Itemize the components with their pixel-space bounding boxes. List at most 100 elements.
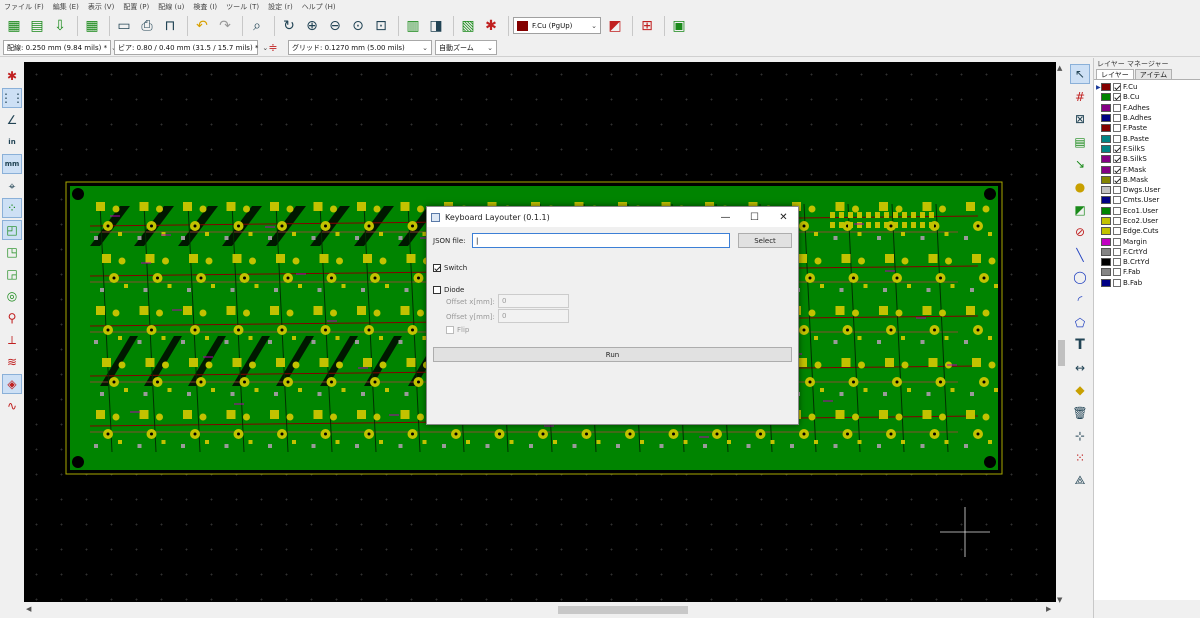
layer-row[interactable]: B.SilkS <box>1094 154 1200 164</box>
layer-row[interactable]: Cmts.User <box>1094 195 1200 205</box>
layer-visibility-checkbox[interactable] <box>1113 103 1121 112</box>
layer-color-swatch[interactable] <box>1101 268 1111 277</box>
layer-visibility-checkbox[interactable] <box>1113 124 1121 133</box>
grid-origin-icon[interactable]: ⁙ <box>1070 448 1090 468</box>
layer-visibility-checkbox[interactable] <box>1113 196 1121 205</box>
flip-checkbox[interactable] <box>446 326 454 334</box>
layer-visibility-checkbox[interactable] <box>1113 268 1121 277</box>
update-pcb-icon[interactable]: ▧ <box>458 16 478 36</box>
layers-manager-icon[interactable]: ◈ <box>2 374 22 394</box>
add-footprint-icon[interactable]: ▤ <box>1070 132 1090 152</box>
drill-origin-icon[interactable]: ⊹ <box>1070 426 1090 446</box>
add-zone-icon[interactable]: ◩ <box>1070 200 1090 220</box>
layer-color-swatch[interactable] <box>1101 93 1111 102</box>
layer-visibility-checkbox[interactable] <box>1113 165 1121 174</box>
layer-row[interactable]: B.Mask <box>1094 175 1200 185</box>
layer-row[interactable]: F.CrtYd <box>1094 247 1200 257</box>
tab-layers[interactable]: レイヤー <box>1096 69 1134 79</box>
vertical-scroll-thumb[interactable] <box>1058 340 1065 366</box>
layer-visibility-checkbox[interactable] <box>1113 186 1121 195</box>
find-icon[interactable]: ⌕ <box>247 16 267 36</box>
layer-visibility-checkbox[interactable] <box>1113 206 1121 215</box>
keepout-zone-icon[interactable]: ⊘ <box>1070 222 1090 242</box>
microwave-tools-icon[interactable]: ∿ <box>2 396 22 416</box>
json-file-input[interactable]: | <box>472 233 730 248</box>
flip-label[interactable]: Flip <box>457 326 469 334</box>
via-size-select[interactable]: ビア: 0.80 / 0.40 mm (31.5 / 15.7 mils) * ⌄ <box>114 40 268 55</box>
track-via-autosize-icon[interactable]: ≑ <box>261 40 285 55</box>
layer-visibility-checkbox[interactable] <box>1113 175 1121 184</box>
layer-color-swatch[interactable] <box>1101 227 1111 236</box>
menu-inspect[interactable]: 検査 (I) <box>193 2 217 12</box>
horizontal-scrollbar[interactable]: ◀ ▶ <box>24 602 1056 618</box>
zoom-out-icon[interactable]: ⊖ <box>325 16 345 36</box>
layer-row[interactable]: Eco1.User <box>1094 206 1200 216</box>
layer-color-swatch[interactable] <box>1101 247 1111 256</box>
menu-view[interactable]: 表示 (V) <box>88 2 114 12</box>
track-sketch-icon[interactable]: ⟂ <box>2 330 22 350</box>
track-width-select[interactable]: 配線: 0.250 mm (9.84 mils) *⌄ <box>3 40 117 55</box>
menu-place[interactable]: 配置 (P) <box>123 2 149 12</box>
layer-color-swatch[interactable] <box>1101 237 1111 246</box>
high-contrast-icon[interactable]: ≋ <box>2 352 22 372</box>
layer-color-swatch[interactable] <box>1101 196 1111 205</box>
add-via-icon[interactable]: ● <box>1070 177 1090 197</box>
highlight-net-icon[interactable]: # <box>1070 87 1090 107</box>
layer-color-swatch[interactable] <box>1101 83 1111 92</box>
grid-toggle-icon[interactable]: ⋮⋮ <box>0 88 24 108</box>
add-text-icon[interactable]: T <box>1070 335 1090 355</box>
layer-color-swatch[interactable] <box>1101 124 1111 133</box>
layer-visibility-checkbox[interactable] <box>1113 144 1121 153</box>
zoom-in-icon[interactable]: ⊕ <box>302 16 322 36</box>
layer-visibility-checkbox[interactable] <box>1113 93 1121 102</box>
open-board-icon[interactable]: ⇩ <box>50 16 70 36</box>
local-ratsnest-icon[interactable]: ⊠ <box>1070 109 1090 129</box>
select-button[interactable]: Select <box>738 233 792 248</box>
scroll-right-icon[interactable]: ▶ <box>1046 605 1051 613</box>
layer-visibility-checkbox[interactable] <box>1113 217 1121 225</box>
menu-preferences[interactable]: 設定 (r) <box>268 2 293 12</box>
add-target-icon[interactable]: ◆ <box>1070 380 1090 400</box>
scripting-console-icon[interactable]: ▣ <box>669 16 689 36</box>
pad-sketch-icon[interactable]: ◎ <box>2 286 22 306</box>
layer-visibility-checkbox[interactable] <box>1113 258 1121 267</box>
drc-bug-icon[interactable]: ✱ <box>481 16 501 36</box>
layer-row[interactable]: Edge.Cuts <box>1094 226 1200 236</box>
drc-marker-icon[interactable]: ✱ <box>2 66 22 86</box>
layer-visibility-checkbox[interactable] <box>1113 237 1121 246</box>
grid-select[interactable]: グリッド: 0.1270 mm (5.00 mils) ⌄ <box>288 40 432 55</box>
autoroute-icon[interactable]: ⊞ <box>637 16 657 36</box>
layer-color-swatch[interactable] <box>1101 165 1111 174</box>
offset-x-input[interactable]: 0 <box>498 294 569 308</box>
horizontal-scroll-thumb[interactable] <box>558 606 688 614</box>
scroll-down-icon[interactable]: ▼ <box>1057 596 1062 604</box>
layer-row[interactable]: B.Fab <box>1094 278 1200 288</box>
zoom-fit-icon[interactable]: ⊙ <box>348 16 368 36</box>
zoom-select[interactable]: 自動ズーム ⌄ <box>435 40 497 55</box>
measure-icon[interactable]: ⟁ <box>1070 471 1090 491</box>
scroll-left-icon[interactable]: ◀ <box>26 605 31 613</box>
switch-label[interactable]: Switch <box>444 264 467 272</box>
diode-checkbox[interactable] <box>433 286 441 294</box>
maximize-icon[interactable]: ☐ <box>740 212 769 223</box>
netlist-icon[interactable]: ▥ <box>403 16 423 36</box>
layer-color-swatch[interactable] <box>1101 134 1111 143</box>
vertical-scrollbar[interactable]: ▲ ▼ <box>1056 62 1067 606</box>
menu-route[interactable]: 配線 (u) <box>158 2 184 12</box>
units-mm-button[interactable]: mm <box>2 154 22 174</box>
zone-fill-icon[interactable]: ◳ <box>2 242 22 262</box>
cursor-shape-icon[interactable]: ⌖ <box>2 176 22 196</box>
layer-row[interactable]: Eco2.User <box>1094 216 1200 226</box>
add-line-icon[interactable]: ╲ <box>1070 245 1090 265</box>
show-ratsnest-icon[interactable]: ⁘ <box>2 198 22 218</box>
route-track-icon[interactable]: ↘ <box>1070 154 1090 174</box>
add-dimension-icon[interactable]: ↔ <box>1070 358 1090 378</box>
tab-items[interactable]: アイテム <box>1134 69 1173 79</box>
undo-icon[interactable]: ↶ <box>192 16 212 36</box>
plot-icon[interactable]: ⊓ <box>160 16 180 36</box>
zone-outline-icon[interactable]: ◲ <box>2 264 22 284</box>
add-polygon-icon[interactable]: ⬠ <box>1070 313 1090 333</box>
via-sketch-icon[interactable]: ⚲ <box>2 308 22 328</box>
save-board-icon[interactable]: ▦ <box>82 16 102 36</box>
layer-row[interactable]: B.CrtYd <box>1094 257 1200 267</box>
